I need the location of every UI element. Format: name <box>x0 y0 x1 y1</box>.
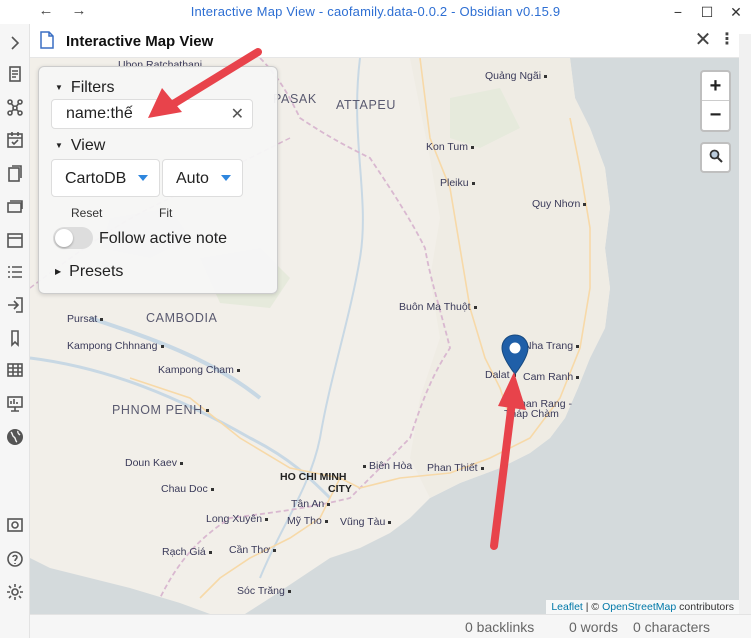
slides-icon[interactable] <box>4 393 26 415</box>
zoom-in-button[interactable]: + <box>702 72 729 101</box>
place-label: Nha Trang <box>524 340 582 352</box>
place-label: Chau Doc <box>161 483 217 495</box>
left-ribbon <box>0 24 30 638</box>
settings-icon[interactable] <box>4 581 26 603</box>
place-label: Kampong Chhnang <box>67 340 167 352</box>
presets-label: Presets <box>69 263 124 280</box>
attribution-separator: | © <box>582 601 603 613</box>
place-label: HO CHI MINH <box>280 471 347 483</box>
place-label: Quảng Ngãi <box>485 70 550 82</box>
globe-icon[interactable] <box>4 426 26 448</box>
view-section-header[interactable]: ▼ View <box>55 137 105 155</box>
status-bar: 0 backlinks 0 words 0 characters <box>30 614 751 638</box>
place-label: CAMBODIA <box>146 311 218 325</box>
zoom-control: + − <box>700 70 731 132</box>
search-icon <box>709 149 723 166</box>
place-label: Rạch Giá <box>162 546 215 558</box>
more-options-button[interactable]: ⋮ <box>718 28 736 52</box>
tile-source-value: CartoDB <box>65 170 127 187</box>
map-marker-icon[interactable] <box>500 334 530 376</box>
files-icon[interactable] <box>4 63 26 85</box>
presets-section-header[interactable]: ▶ Presets <box>55 263 123 281</box>
place-label: Cam Ranh <box>523 371 582 383</box>
place-label: Tháp Chàm <box>504 408 559 420</box>
bookmark-icon[interactable] <box>4 327 26 349</box>
pages-icon[interactable] <box>4 163 26 185</box>
word-count: 0 words <box>569 619 619 635</box>
back-button[interactable]: ← <box>35 2 57 19</box>
chevron-down-icon <box>221 175 231 181</box>
place-label: Phan Thiết <box>427 462 487 474</box>
map-attribution: Leaflet | © OpenStreetMap contributors <box>546 600 739 614</box>
place-label: Vũng Tàu <box>340 516 394 528</box>
osm-link[interactable]: OpenStreetMap <box>602 601 676 613</box>
view-title: Interactive Map View <box>66 33 214 50</box>
zoom-mode-value: Auto <box>176 170 209 187</box>
chevron-right-icon[interactable] <box>4 32 26 54</box>
place-label: Kon Tum <box>426 141 477 153</box>
help-icon[interactable] <box>4 548 26 570</box>
zoom-mode-select[interactable]: Auto <box>162 159 243 197</box>
minimize-button[interactable]: − <box>663 1 693 23</box>
forward-button[interactable]: → <box>68 2 90 19</box>
window-title: Interactive Map View - caofamily.data-0.… <box>190 4 561 19</box>
place-label: PASAK <box>273 92 317 106</box>
character-count: 0 characters <box>633 619 711 635</box>
filter-field: ✕ <box>51 99 253 129</box>
place-label: PHNOM PENH <box>112 403 212 417</box>
filters-section-header[interactable]: ▼ Filters <box>55 79 114 97</box>
close-view-button[interactable]: ✕ <box>692 28 714 52</box>
tile-source-select[interactable]: CartoDB <box>51 159 160 197</box>
place-label: Cần Thơ <box>229 544 279 556</box>
follow-active-note-label: Follow active note <box>99 230 228 247</box>
chevron-down-icon <box>138 175 148 181</box>
reset-button[interactable]: Reset <box>71 206 102 220</box>
window-close-button[interactable]: ✕ <box>721 1 751 23</box>
fit-button[interactable]: Fit <box>159 206 172 220</box>
attribution-suffix: contributors <box>676 601 734 613</box>
filters-label: Filters <box>70 79 115 96</box>
place-label: Mỹ Tho <box>287 515 331 527</box>
expand-triangle-icon: ▶ <box>55 267 62 276</box>
place-label: CITY <box>328 483 352 495</box>
camera-icon[interactable] <box>4 514 26 536</box>
place-label: Buôn Ma Thuột <box>399 301 480 313</box>
document-icon <box>39 31 55 54</box>
clear-filter-icon[interactable]: ✕ <box>231 104 244 124</box>
collapse-triangle-icon: ▼ <box>55 141 63 150</box>
place-label: Quy Nhơn <box>532 198 589 210</box>
calendar-icon[interactable] <box>4 229 26 251</box>
collapse-triangle-icon: ▼ <box>55 83 63 92</box>
place-label: Doun Kaev <box>125 457 186 469</box>
place-label: Sóc Trăng <box>237 585 294 597</box>
calendar-check-icon[interactable] <box>4 129 26 151</box>
place-label: Biên Hòa <box>360 460 412 472</box>
place-label: Tân An <box>291 498 333 510</box>
list-icon[interactable] <box>4 261 26 283</box>
view-label: View <box>70 137 106 154</box>
graph-icon[interactable] <box>4 96 26 118</box>
follow-active-note-toggle[interactable] <box>53 227 93 249</box>
backlinks-count[interactable]: 0 backlinks <box>465 619 534 635</box>
view-header: Interactive Map View ✕ ⋮ <box>30 24 751 58</box>
map-search-button[interactable] <box>700 142 731 173</box>
place-label: ATTAPEU <box>336 98 396 112</box>
table-icon[interactable] <box>4 359 26 381</box>
filter-input[interactable] <box>66 105 226 123</box>
scrollbar[interactable] <box>739 34 751 614</box>
maximize-button[interactable]: ☐ <box>692 1 722 23</box>
place-label: Pursat <box>67 313 106 325</box>
window-titlebar: ← → Interactive Map View - caofamily.dat… <box>0 0 751 24</box>
place-label: Long Xuyên <box>206 513 271 525</box>
place-label: Pleiku <box>440 177 478 189</box>
leaflet-link[interactable]: Leaflet <box>551 601 583 613</box>
map-control-panel: ▼Filters ✕ ▼View CartoDB Auto Reset Fit … <box>38 66 278 294</box>
zoom-out-button[interactable]: − <box>702 101 729 130</box>
cards-icon[interactable] <box>4 195 26 217</box>
place-label: Kampong Cham <box>158 364 243 376</box>
import-icon[interactable] <box>4 294 26 316</box>
